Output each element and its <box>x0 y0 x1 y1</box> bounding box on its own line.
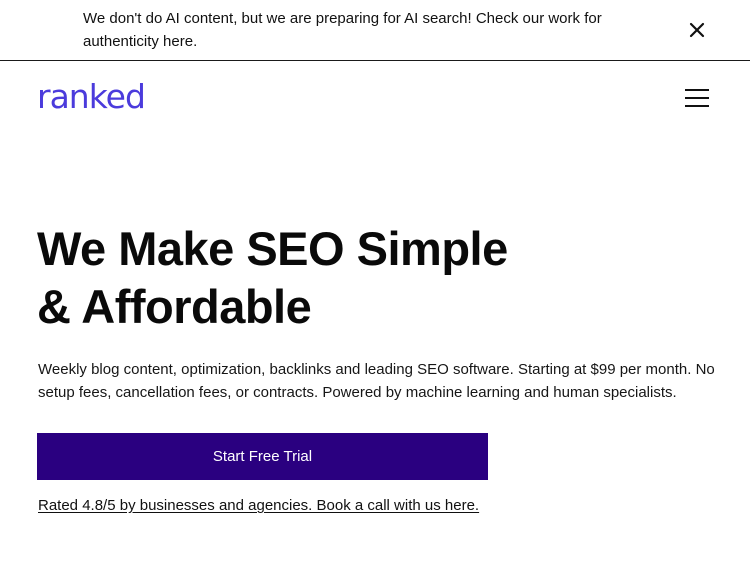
book-call-link[interactable]: Rated 4.8/5 by businesses and agencies. … <box>38 496 479 516</box>
close-banner-button[interactable] <box>686 19 708 41</box>
banner-text[interactable]: We don't do AI content, but we are prepa… <box>83 8 643 53</box>
announcement-banner: We don't do AI content, but we are prepa… <box>0 0 750 61</box>
hamburger-menu-icon-bar <box>685 105 709 107</box>
hamburger-menu-icon-bar <box>685 97 709 99</box>
menu-button[interactable] <box>684 88 710 108</box>
hero-subtitle: Weekly blog content, optimization, backl… <box>38 361 715 401</box>
start-free-trial-button[interactable]: Start Free Trial <box>37 433 488 480</box>
ranked-logo[interactable]: ranked <box>37 77 146 117</box>
close-icon <box>689 22 705 38</box>
hero-title-line-2: & Affordable <box>37 280 312 333</box>
site-header: ranked <box>0 62 750 134</box>
hero-title: We Make SEO Simple & Affordable <box>37 220 717 336</box>
hamburger-menu-icon <box>685 89 709 91</box>
hero-title-line-1: We Make SEO Simple <box>37 222 508 275</box>
